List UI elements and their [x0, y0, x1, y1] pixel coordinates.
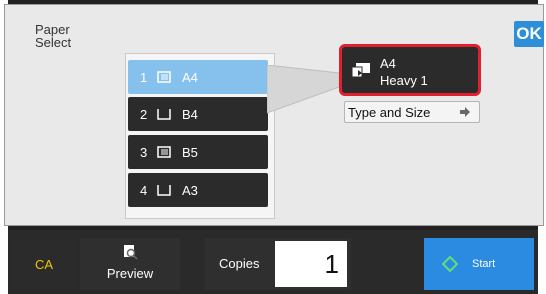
preview-label: Preview — [106, 266, 154, 281]
tray-size: A3 — [182, 182, 198, 198]
copies-control: Copies 1 — [205, 238, 351, 290]
start-button[interactable]: Start — [424, 238, 534, 290]
copies-input[interactable]: 1 — [275, 241, 347, 287]
main-panel: Paper Select OK 1 A4 2 B4 3 B5 4 A3 A4 H… — [4, 4, 544, 226]
info-paper-type: Heavy 1 — [380, 73, 428, 88]
tray-number: 3 — [140, 144, 148, 160]
type-and-size-label: Type and Size — [348, 104, 431, 120]
title-line-2: Select — [35, 35, 72, 50]
tray-icon — [156, 107, 172, 121]
arrow-right-icon — [459, 106, 471, 121]
info-paper-size: A4 — [380, 56, 396, 71]
type-and-size-button[interactable]: Type and Size — [344, 101, 480, 123]
start-icon — [441, 255, 459, 275]
start-label: Start — [472, 258, 496, 270]
tray-size: B4 — [182, 106, 198, 122]
tray-3-button[interactable]: 3 B5 — [128, 135, 268, 169]
clear-all-button[interactable]: CA — [12, 238, 76, 290]
ok-button[interactable]: OK — [514, 21, 544, 47]
paper-info-box[interactable]: A4 Heavy 1 — [339, 44, 481, 96]
tray-4-button[interactable]: 4 A3 — [128, 173, 268, 207]
screen-title: Paper Select — [35, 23, 71, 49]
stacked-paper-icon — [156, 70, 172, 84]
tray-2-button[interactable]: 2 B4 — [128, 97, 268, 131]
copies-label: Copies — [219, 256, 260, 271]
tray-number: 1 — [140, 69, 148, 85]
tray-1-button[interactable]: 1 A4 — [128, 60, 268, 94]
tray-size: B5 — [182, 144, 198, 160]
preview-icon — [122, 244, 138, 263]
tray-connector — [267, 65, 340, 114]
tray-number: 2 — [140, 106, 148, 122]
paper-feed-icon — [350, 61, 372, 84]
tray-number: 4 — [140, 182, 148, 198]
tray-size: A4 — [182, 69, 198, 85]
preview-button[interactable]: Preview — [80, 238, 180, 290]
tray-icon — [156, 183, 172, 197]
stacked-paper-icon — [156, 145, 172, 159]
